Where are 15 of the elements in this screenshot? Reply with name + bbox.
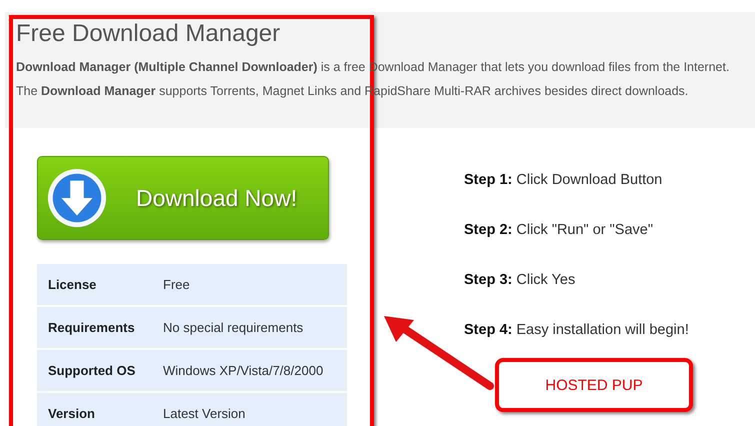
detail-label: Supported OS <box>47 363 136 378</box>
detail-label: Version <box>47 406 96 421</box>
download-button[interactable]: Download Now! <box>37 156 329 240</box>
detail-label: Requirements <box>47 320 136 335</box>
step-text: Step 1: Click Download Button <box>464 171 664 189</box>
detail-value: Windows XP/Vista/7/8/2000 <box>163 363 324 378</box>
step-text: Step 2: Click "Run" or "Save" <box>464 221 654 239</box>
step-text: Step 4: Easy installation will begin! <box>464 321 689 339</box>
detail-value: Latest Version <box>163 406 246 421</box>
detail-label: License <box>47 277 98 292</box>
step-text: Step 3: Click Yes <box>464 271 576 289</box>
detail-value: No special requirements <box>163 320 304 335</box>
callout-label: HOSTED PUP <box>495 358 693 412</box>
page-title: Free Download Manager <box>16 20 282 48</box>
detail-value: Free <box>163 277 190 292</box>
